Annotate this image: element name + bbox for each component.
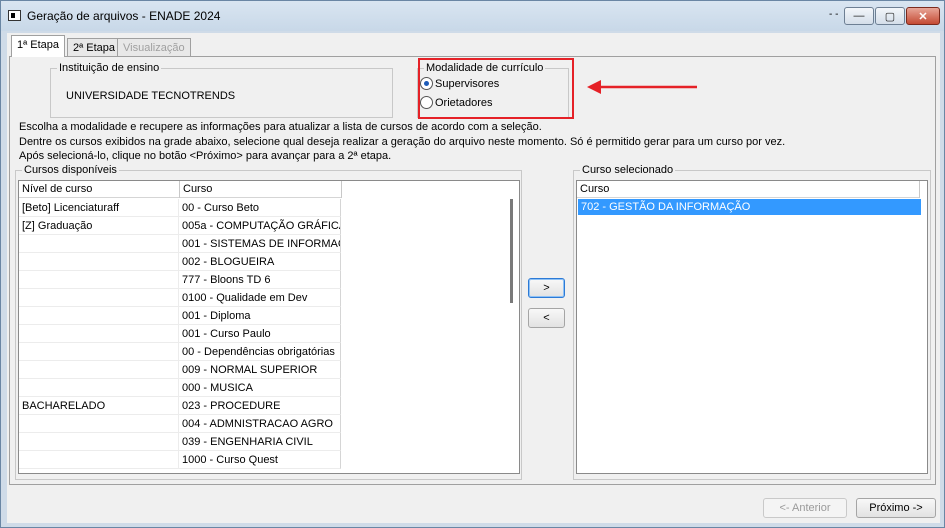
instruction-line-2: Dentre os cursos exibidos na grade abaix… bbox=[19, 136, 786, 148]
window-title: Geração de arquivos - ENADE 2024 bbox=[27, 9, 221, 23]
cell-curso[interactable]: 000 - MUSICA bbox=[179, 379, 341, 397]
window-content: 1ª Etapa 2ª Etapa Visualização Instituiç… bbox=[7, 33, 940, 523]
institution-value: UNIVERSIDADE TECNOTRENDS bbox=[66, 90, 236, 102]
cell-nivel[interactable] bbox=[19, 415, 179, 433]
cell-nivel[interactable] bbox=[19, 379, 179, 397]
cell-nivel[interactable]: [Z] Graduação bbox=[19, 217, 179, 235]
cell-curso[interactable]: 00 - Curso Beto bbox=[179, 199, 341, 217]
instruction-line-1: Escolha a modalidade e recupere as infor… bbox=[19, 121, 542, 133]
selected-course-label: Curso selecionado bbox=[580, 164, 676, 176]
cell-curso[interactable]: 777 - Bloons TD 6 bbox=[179, 271, 341, 289]
column-header-nivel[interactable]: Nível de curso bbox=[19, 181, 180, 198]
table-row[interactable]: 0100 - Qualidade em Dev bbox=[19, 289, 341, 307]
cell-curso[interactable]: 039 - ENGENHARIA CIVIL bbox=[179, 433, 341, 451]
maximize-button[interactable]: ▢ bbox=[875, 7, 905, 25]
remove-course-button[interactable]: < bbox=[528, 308, 565, 328]
cell-curso[interactable]: 001 - Curso Paulo bbox=[179, 325, 341, 343]
cell-nivel[interactable] bbox=[19, 361, 179, 379]
cell-nivel[interactable] bbox=[19, 271, 179, 289]
cell-curso[interactable]: 0100 - Qualidade em Dev bbox=[179, 289, 341, 307]
table-row[interactable]: 00 - Dependências obrigatórias bbox=[19, 343, 341, 361]
table-row[interactable]: 1000 - Curso Quest bbox=[19, 451, 341, 469]
cell-nivel[interactable] bbox=[19, 433, 179, 451]
cell-nivel[interactable] bbox=[19, 253, 179, 271]
cell-curso[interactable]: 001 - SISTEMAS DE INFORMAÇÃO bbox=[179, 235, 341, 253]
cell-curso[interactable]: 002 - BLOGUEIRA bbox=[179, 253, 341, 271]
tab-visualizacao: Visualização bbox=[117, 38, 191, 57]
table-row[interactable]: BACHARELADO 023 - PROCEDURE bbox=[19, 397, 341, 415]
institution-label: Instituição de ensino bbox=[57, 62, 162, 74]
cell-curso[interactable]: 004 - ADMNISTRACAO AGRO bbox=[179, 415, 341, 433]
instruction-line-3: Após selecioná-lo, clique no botão <Próx… bbox=[19, 150, 392, 162]
column-header-curso-selecionado[interactable]: Curso bbox=[577, 181, 920, 198]
institution-group: Instituição de ensino UNIVERSIDADE TECNO… bbox=[50, 62, 393, 118]
cell-curso[interactable]: 005a - COMPUTAÇÃO GRÁFICA bbox=[179, 217, 341, 235]
grid-header: Nível de curso Curso bbox=[19, 181, 342, 198]
cell-nivel[interactable] bbox=[19, 235, 179, 253]
cell-nivel[interactable]: [Beto] Licenciaturaff bbox=[19, 199, 179, 217]
table-row[interactable]: 001 - SISTEMAS DE INFORMAÇÃO bbox=[19, 235, 341, 253]
column-header-curso[interactable]: Curso bbox=[180, 181, 342, 198]
cell-nivel[interactable] bbox=[19, 325, 179, 343]
minimize-button[interactable]: — bbox=[844, 7, 874, 25]
cell-nivel[interactable] bbox=[19, 289, 179, 307]
selected-grid-header: Curso bbox=[577, 181, 920, 198]
cell-curso[interactable]: 1000 - Curso Quest bbox=[179, 451, 341, 469]
available-courses-label: Cursos disponíveis bbox=[22, 164, 119, 176]
table-row[interactable]: 039 - ENGENHARIA CIVIL bbox=[19, 433, 341, 451]
next-button[interactable]: Próximo -> bbox=[856, 498, 936, 518]
grid-scrollbar[interactable] bbox=[510, 199, 513, 303]
table-row[interactable]: 004 - ADMNISTRACAO AGRO bbox=[19, 415, 341, 433]
previous-button: <- Anterior bbox=[763, 498, 847, 518]
add-course-button[interactable]: > bbox=[528, 278, 565, 298]
table-row[interactable]: [Z] Graduação 005a - COMPUTAÇÃO GRÁFICA bbox=[19, 217, 341, 235]
available-courses-grid[interactable]: Nível de curso Curso [Beto] Licenciatura… bbox=[18, 180, 520, 474]
table-row[interactable]: 001 - Curso Paulo bbox=[19, 325, 341, 343]
table-row[interactable]: [Beto] Licenciaturaff 00 - Curso Beto bbox=[19, 199, 341, 217]
table-row[interactable]: 777 - Bloons TD 6 bbox=[19, 271, 341, 289]
cell-curso[interactable]: 00 - Dependências obrigatórias bbox=[179, 343, 341, 361]
selected-course-row[interactable]: 702 - GESTÃO DA INFORMAÇÃO bbox=[578, 199, 921, 215]
tab-2a-etapa[interactable]: 2ª Etapa bbox=[67, 38, 121, 57]
system-menu-icon[interactable]: - - bbox=[829, 9, 838, 20]
cell-nivel[interactable]: BACHARELADO bbox=[19, 397, 179, 415]
cell-curso[interactable]: 023 - PROCEDURE bbox=[179, 397, 341, 415]
selected-course-grid[interactable]: Curso 702 - GESTÃO DA INFORMAÇÃO bbox=[576, 180, 928, 474]
main-window: Geração de arquivos - ENADE 2024 - - — ▢… bbox=[0, 0, 945, 528]
cell-nivel[interactable] bbox=[19, 451, 179, 469]
table-row[interactable]: 001 - Diploma bbox=[19, 307, 341, 325]
table-row[interactable]: 002 - BLOGUEIRA bbox=[19, 253, 341, 271]
cell-nivel[interactable] bbox=[19, 307, 179, 325]
table-row[interactable]: 000 - MUSICA bbox=[19, 379, 341, 397]
close-button[interactable]: ✕ bbox=[906, 7, 940, 25]
tab-1a-etapa[interactable]: 1ª Etapa bbox=[11, 35, 65, 57]
annotation-arrow-icon bbox=[587, 80, 697, 94]
title-bar[interactable]: Geração de arquivos - ENADE 2024 - - — ▢… bbox=[1, 1, 944, 31]
cell-curso[interactable]: 009 - NORMAL SUPERIOR bbox=[179, 361, 341, 379]
cell-curso[interactable]: 001 - Diploma bbox=[179, 307, 341, 325]
app-icon bbox=[8, 10, 21, 21]
tab-panel-1a-etapa: Instituição de ensino UNIVERSIDADE TECNO… bbox=[9, 56, 936, 485]
annotation-highlight-box bbox=[418, 58, 574, 119]
table-row[interactable]: 009 - NORMAL SUPERIOR bbox=[19, 361, 341, 379]
cell-nivel[interactable] bbox=[19, 343, 179, 361]
